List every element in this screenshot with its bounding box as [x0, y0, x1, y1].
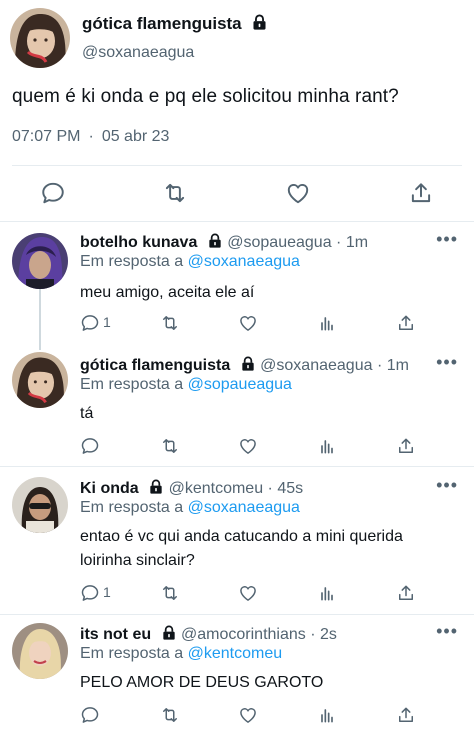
- heart-icon[interactable]: [238, 583, 258, 603]
- lock-icon: [240, 356, 256, 372]
- avatar[interactable]: [12, 352, 68, 408]
- tweet-text-line: loirinha sinclair?: [80, 552, 195, 569]
- main-tweet: gótica flamenguista @soxanaeagua quem é …: [0, 0, 474, 222]
- share-icon[interactable]: [396, 705, 416, 725]
- avatar[interactable]: [12, 623, 68, 679]
- divider: [0, 466, 474, 467]
- meta-separator: ·: [310, 626, 316, 643]
- tweet-actions: 1: [0, 313, 474, 335]
- in-reply-to: Em resposta a @soxanaeagua: [80, 253, 300, 271]
- tweet-time[interactable]: 1m: [387, 357, 409, 374]
- display-name[interactable]: botelho kunava: [80, 234, 197, 251]
- share-icon[interactable]: [396, 436, 416, 456]
- tweet-text: meu amigo, aceita ele aí: [80, 284, 255, 301]
- more-options-icon[interactable]: •••: [436, 621, 458, 642]
- divider: [0, 614, 474, 615]
- display-name[interactable]: Ki onda: [80, 480, 139, 497]
- tweet-time[interactable]: 45s: [277, 480, 303, 497]
- reply-icon[interactable]: [80, 705, 100, 725]
- in-reply-to: Em resposta a @sopaueagua: [80, 376, 292, 394]
- in-reply-to: Em resposta a @kentcomeu: [80, 645, 282, 663]
- tweet-text-line: entao é vc qui anda catucando a mini que…: [80, 528, 403, 545]
- reply-count: 1: [103, 314, 111, 330]
- username[interactable]: @amocorinthians: [181, 626, 306, 643]
- mention-link[interactable]: @sopaueagua: [188, 376, 292, 393]
- mention-link[interactable]: @soxanaeagua: [188, 499, 300, 516]
- meta-separator: ·: [267, 480, 273, 497]
- retweet-icon[interactable]: [160, 436, 180, 456]
- tweet-time[interactable]: 2s: [320, 626, 337, 643]
- tweet-text: tá: [80, 405, 94, 422]
- tweet-actions: [0, 436, 474, 458]
- in-reply-label: Em resposta a: [80, 499, 184, 516]
- mention-link[interactable]: @kentcomeu: [188, 645, 283, 662]
- more-options-icon[interactable]: •••: [436, 229, 458, 250]
- retweet-icon[interactable]: [160, 313, 180, 333]
- meta-separator: ·: [88, 128, 94, 145]
- in-reply-label: Em resposta a: [80, 645, 184, 662]
- mention-link[interactable]: @soxanaeagua: [188, 253, 300, 270]
- tweet-actions: 1: [0, 583, 474, 605]
- share-icon[interactable]: [396, 313, 416, 333]
- reply-icon[interactable]: [80, 436, 100, 456]
- reply-icon: [80, 313, 100, 333]
- views-icon[interactable]: [317, 583, 337, 603]
- more-options-icon[interactable]: •••: [436, 352, 458, 373]
- retweet-icon[interactable]: [162, 180, 188, 206]
- heart-icon[interactable]: [285, 180, 311, 206]
- in-reply-label: Em resposta a: [80, 253, 184, 270]
- in-reply-to: Em resposta a @soxanaeagua: [80, 499, 300, 517]
- reply-icon: [80, 583, 100, 603]
- reply-button[interactable]: 1: [80, 583, 111, 608]
- tweet-text: entao é vc qui anda catucando a mini que…: [80, 525, 403, 573]
- tweet-text: quem é ki onda e pq ele solicitou minha …: [12, 86, 399, 107]
- username[interactable]: @soxanaeagua: [82, 44, 194, 62]
- lock-icon: [148, 479, 164, 495]
- tweet-date[interactable]: 05 abr 23: [102, 128, 170, 145]
- tweet-timestamp: 07:07 PM · 05 abr 23: [12, 128, 169, 146]
- meta-separator: ·: [376, 357, 383, 374]
- username[interactable]: @sopaueagua: [227, 234, 331, 251]
- heart-icon[interactable]: [238, 436, 258, 456]
- tweet-actions: [0, 705, 474, 727]
- display-name[interactable]: gótica flamenguista: [82, 14, 242, 33]
- more-options-icon[interactable]: •••: [436, 475, 458, 496]
- lock-icon: [207, 233, 223, 249]
- avatar[interactable]: [10, 8, 70, 68]
- heart-icon[interactable]: [238, 313, 258, 333]
- views-icon[interactable]: [317, 436, 337, 456]
- tweet-time: 07:07 PM: [12, 128, 81, 145]
- display-name[interactable]: its not eu: [80, 626, 151, 643]
- reply-count: 1: [103, 584, 111, 600]
- tweet-text: PELO AMOR DE DEUS GAROTO: [80, 674, 324, 691]
- lock-icon: [251, 14, 268, 31]
- views-icon[interactable]: [317, 705, 337, 725]
- divider: [12, 165, 462, 166]
- in-reply-label: Em resposta a: [80, 376, 184, 393]
- share-icon[interactable]: [408, 180, 434, 206]
- tweet-actions: [0, 180, 474, 208]
- avatar[interactable]: [12, 233, 68, 289]
- retweet-icon[interactable]: [160, 583, 180, 603]
- retweet-icon[interactable]: [160, 705, 180, 725]
- views-icon[interactable]: [317, 313, 337, 333]
- lock-icon: [161, 625, 177, 641]
- tweet-time[interactable]: 1m: [346, 234, 368, 251]
- reply-icon[interactable]: [40, 180, 66, 206]
- reply-button[interactable]: 1: [80, 313, 111, 338]
- avatar[interactable]: [12, 477, 68, 533]
- meta-separator: ·: [336, 234, 342, 251]
- heart-icon[interactable]: [238, 705, 258, 725]
- share-icon[interactable]: [396, 583, 416, 603]
- display-name[interactable]: gótica flamenguista: [80, 357, 230, 374]
- username[interactable]: @soxanaeagua: [260, 357, 372, 374]
- username[interactable]: @kentcomeu: [169, 480, 264, 497]
